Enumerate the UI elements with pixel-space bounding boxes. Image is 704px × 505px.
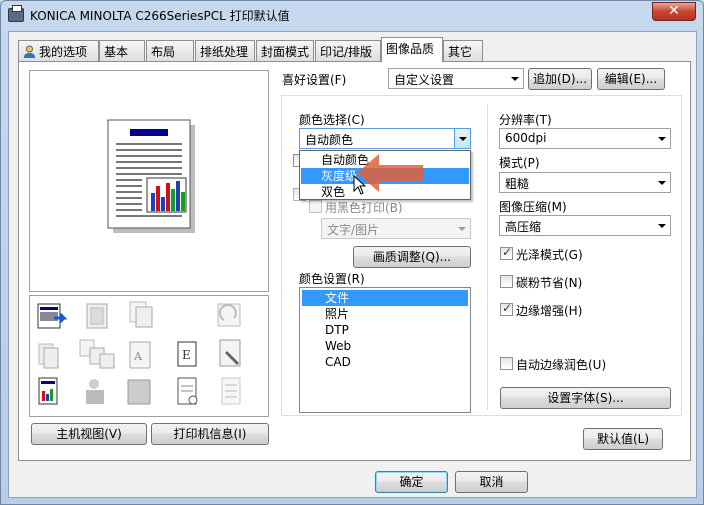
- black-print-checkbox[interactable]: [309, 200, 322, 213]
- title-bar[interactable]: KONICA MINOLTA C266SeriesPCL 打印默认值 ✕: [1, 1, 703, 31]
- black-print-label: 用黑色打印(B): [325, 201, 403, 215]
- text-image-combo[interactable]: 文字/图片: [321, 218, 471, 239]
- printer-defaults-window: KONICA MINOLTA C266SeriesPCL 打印默认值 ✕ 我的选…: [0, 0, 704, 505]
- tab-basic[interactable]: 基本: [99, 40, 145, 61]
- auto-trapping-label: 自动边缘润色(U): [516, 358, 607, 372]
- mouse-cursor-icon: [353, 175, 367, 195]
- multi-page-icon: [79, 339, 115, 369]
- default-button[interactable]: 默认值(L): [583, 428, 663, 450]
- window-title: KONICA MINOLTA C266SeriesPCL 打印默认值: [30, 9, 290, 23]
- list-item-cad[interactable]: CAD: [302, 354, 468, 370]
- svg-text:A: A: [133, 350, 143, 363]
- edge-enhance-checkbox[interactable]: [500, 301, 513, 316]
- color-chart-page-icon: [38, 377, 58, 405]
- font-settings-button[interactable]: 设置字体(S)...: [500, 387, 671, 409]
- resolution-combo[interactable]: 600dpi: [499, 128, 671, 149]
- color-settings-label: 颜色设置(R): [299, 272, 365, 286]
- tab-stamp-layout[interactable]: 印记/排版: [315, 40, 381, 61]
- booklet-icon: [86, 303, 108, 329]
- gloss-mode-checkbox[interactable]: [500, 245, 513, 260]
- tab-my-options[interactable]: 我的选项: [18, 40, 99, 61]
- page-preview: [29, 70, 269, 292]
- stack-pages-icon: [38, 343, 59, 369]
- tab-finishing[interactable]: 排纸处理: [195, 40, 255, 61]
- printer-icon: [8, 5, 24, 22]
- color-select-label: 颜色选择(C): [299, 113, 365, 127]
- list-item-web[interactable]: Web: [302, 338, 468, 354]
- gloss-mode-label: 光泽模式(G): [516, 248, 583, 262]
- edge-enhance-label: 边缘增强(H): [516, 304, 583, 318]
- tab-cover-mode[interactable]: 封面模式: [256, 40, 314, 61]
- favorites-label: 喜好设置(F): [282, 73, 347, 87]
- toner-save-label: 碳粉节省(N): [516, 276, 583, 290]
- tab-layout[interactable]: 布局: [146, 40, 194, 61]
- rotate-icon: [217, 303, 241, 327]
- toner-save-checkbox[interactable]: [500, 275, 513, 288]
- text-lines-icon: [221, 377, 241, 405]
- column-divider: [487, 104, 488, 410]
- mode-combo[interactable]: 粗糙: [499, 172, 671, 193]
- copies-icon: [129, 301, 153, 328]
- close-button[interactable]: ✕: [652, 2, 696, 21]
- color-settings-list[interactable]: 文件 照片 DTP Web CAD: [299, 287, 471, 413]
- page-settings-icon: [177, 377, 198, 405]
- quality-adjust-button[interactable]: 画质调整(Q)...: [353, 246, 471, 268]
- cancel-button[interactable]: 取消: [455, 471, 528, 493]
- auto-trapping-checkbox[interactable]: [500, 357, 513, 370]
- image-shift-icon: [127, 379, 151, 405]
- tab-image-quality[interactable]: 图像品质: [381, 37, 443, 62]
- document-preview-icon: [107, 119, 195, 233]
- chevron-down-icon: [654, 216, 670, 235]
- person-document-icon: [86, 379, 104, 404]
- add-favorite-button[interactable]: 追加(D)...: [528, 68, 592, 90]
- chevron-down-icon: [654, 173, 670, 192]
- edit-favorite-button[interactable]: 编辑(E)...: [597, 68, 665, 90]
- color-select-combo[interactable]: 自动颜色: [299, 128, 471, 149]
- compression-combo[interactable]: 高压缩: [499, 215, 671, 236]
- printer-info-button[interactable]: 打印机信息(I): [151, 423, 269, 445]
- settings-icon-panel: A E: [29, 295, 269, 417]
- form-overlay-icon: E: [177, 341, 197, 367]
- chevron-down-icon: [507, 69, 523, 88]
- list-item-photo[interactable]: 照片: [302, 306, 468, 322]
- font-page-icon: A: [129, 341, 151, 369]
- mode-label: 模式(P): [499, 156, 540, 170]
- tab-other[interactable]: 其它: [443, 40, 483, 61]
- stamp-icon: [219, 339, 241, 367]
- svg-text:E: E: [182, 348, 191, 362]
- compression-label: 图像压缩(M): [499, 200, 567, 214]
- user-icon: [23, 45, 36, 58]
- resolution-label: 分辨率(T): [499, 113, 552, 127]
- list-item-document[interactable]: 文件: [302, 290, 468, 306]
- favorites-combo[interactable]: 自定义设置: [388, 68, 524, 89]
- list-item-dtp[interactable]: DTP: [302, 322, 468, 338]
- chevron-down-icon: [654, 129, 670, 148]
- host-view-button[interactable]: 主机视图(V): [31, 423, 147, 445]
- color-document-icon: [37, 303, 68, 329]
- chevron-down-icon: [454, 219, 470, 238]
- chevron-down-icon: [454, 129, 470, 148]
- dialog-client: 我的选项 基本 布局 排纸处理 封面模式 印记/排版 图像品质 其它 A E 主…: [8, 31, 697, 498]
- ok-button[interactable]: 确定: [375, 471, 448, 493]
